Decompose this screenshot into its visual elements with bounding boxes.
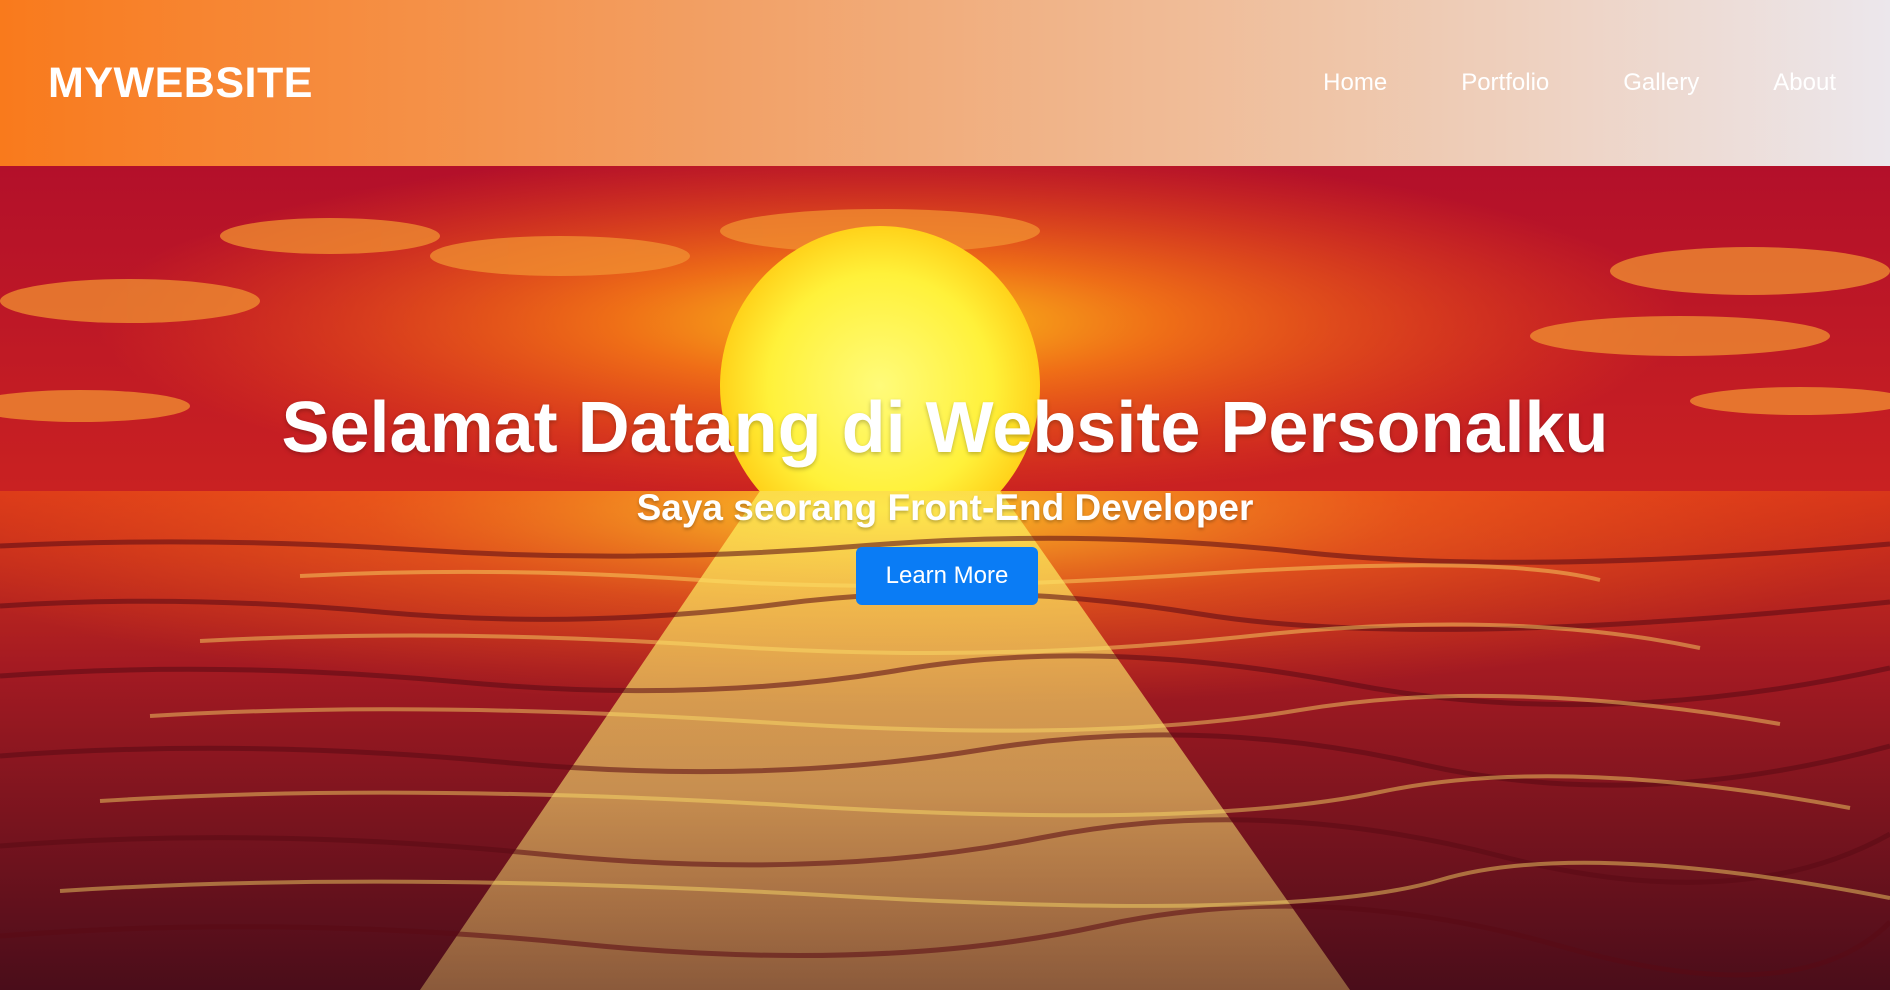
hero-title: Selamat Datang di Website Personalku — [281, 388, 1609, 468]
nav-home-link[interactable]: Home — [1323, 69, 1387, 97]
page: MYWEBSITE Home Portfolio Gallery About S… — [0, 0, 1890, 990]
hero-subtitle: Saya seorang Front-End Developer — [636, 487, 1254, 528]
site-logo[interactable]: MYWEBSITE — [48, 59, 313, 108]
hero-content: Selamat Datang di Website Personalku Say… — [0, 166, 1890, 990]
main-nav: Home Portfolio Gallery About — [1323, 69, 1836, 97]
nav-gallery-link[interactable]: Gallery — [1623, 69, 1699, 97]
nav-portfolio-link[interactable]: Portfolio — [1461, 69, 1549, 97]
site-header: MYWEBSITE Home Portfolio Gallery About — [0, 0, 1890, 166]
hero-section: Selamat Datang di Website Personalku Say… — [0, 166, 1890, 990]
learn-more-button[interactable]: Learn More — [856, 547, 1038, 605]
nav-about-link[interactable]: About — [1773, 69, 1836, 97]
